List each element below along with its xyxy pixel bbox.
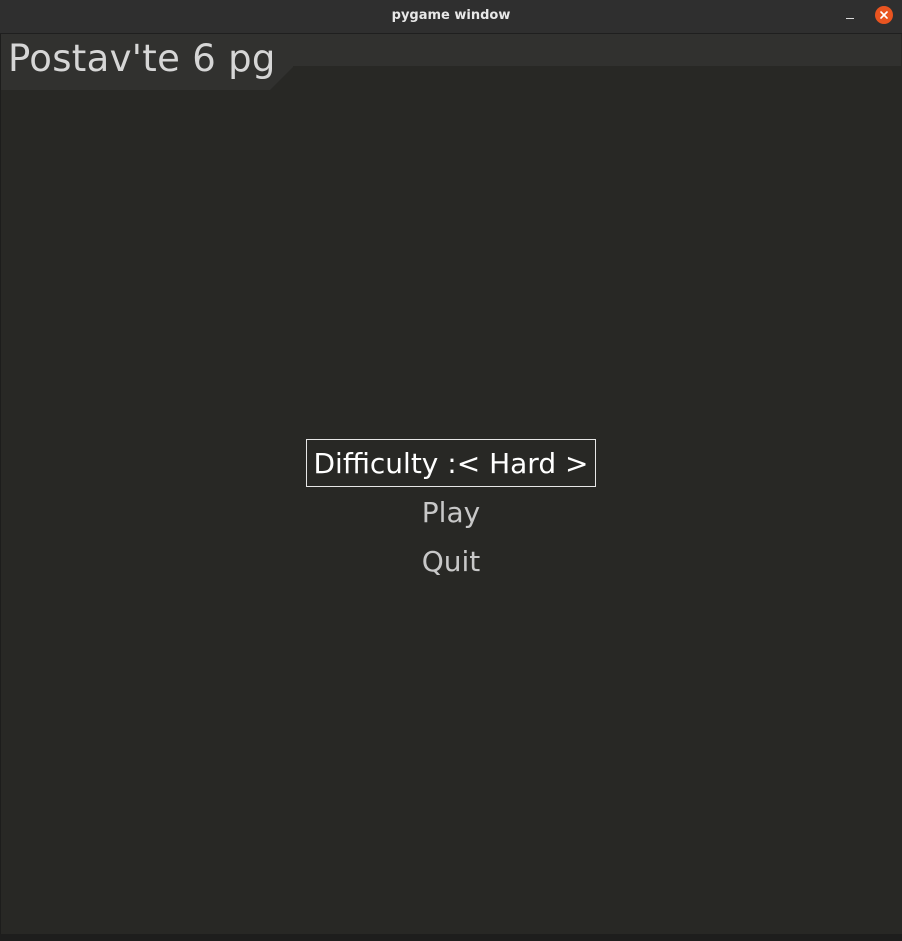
quit-menu-item[interactable]: Quit [1,544,901,580]
minimize-button[interactable] [841,8,859,26]
game-canvas[interactable]: Postav'te 6 pg Difficulty :< Hard > Play… [1,34,901,934]
window-title: pygame window [391,8,511,23]
difficulty-value: Hard [489,447,557,480]
bottom-border [0,934,902,941]
close-button[interactable] [875,6,893,24]
pygame-window: pygame window Postav'te 6 pg Difficulty … [0,0,902,941]
close-icon [880,11,888,19]
difficulty-selector[interactable]: Difficulty :< Hard > [1,439,901,487]
quit-label: Quit [421,545,481,578]
difficulty-prev-arrow[interactable]: < [457,447,480,480]
difficulty-next-arrow[interactable]: > [565,447,588,480]
title-bar[interactable]: pygame window [0,0,902,34]
play-label: Play [421,496,481,529]
difficulty-label: Difficulty : [313,447,457,480]
main-menu: Difficulty :< Hard > Play Quit [1,34,901,934]
minimize-icon [846,18,854,19]
play-menu-item[interactable]: Play [1,495,901,531]
selected-item-frame: Difficulty :< Hard > [305,439,597,487]
